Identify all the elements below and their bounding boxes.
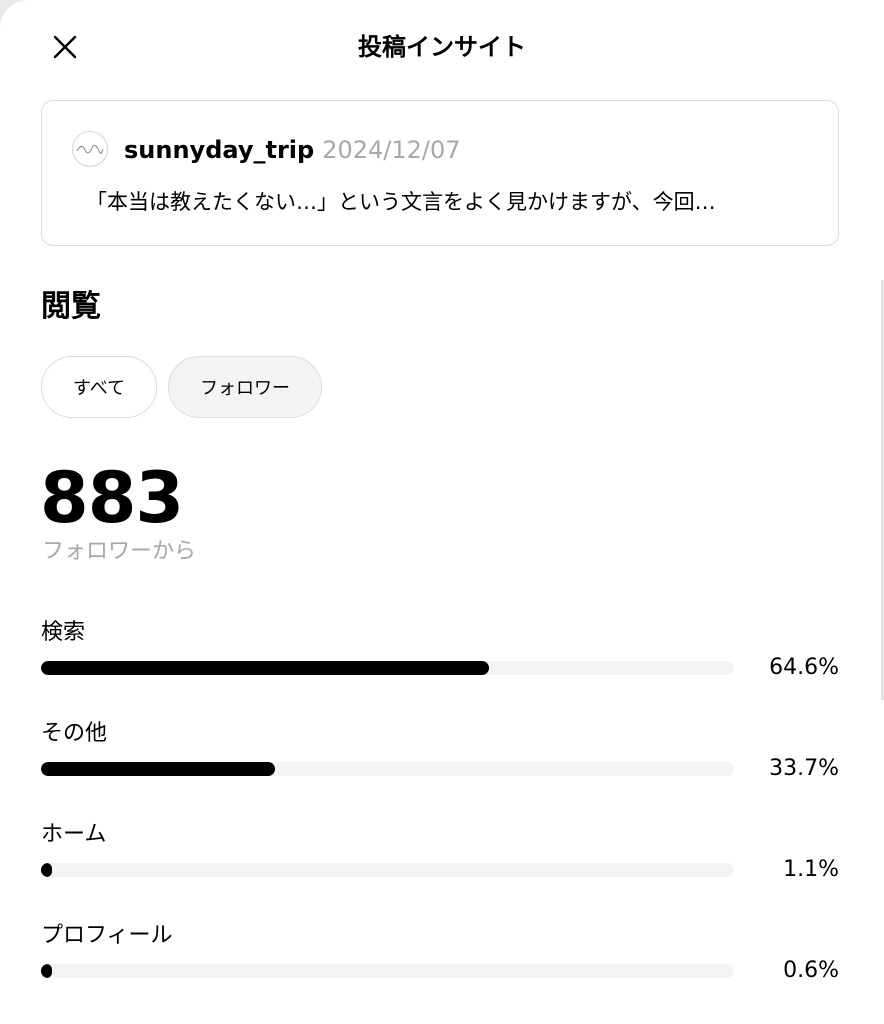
source-row-profile: プロフィール 0.6% <box>0 920 884 1000</box>
source-label: その他 <box>41 721 108 746</box>
source-bar-fill <box>41 762 275 776</box>
source-percent: 1.1% <box>783 857 839 882</box>
avatar[interactable] <box>72 131 108 167</box>
views-caption: フォロワーから <box>42 539 197 564</box>
avatar-logo-icon <box>76 144 104 154</box>
source-bar-track <box>41 762 734 776</box>
post-preview-card[interactable]: sunnyday_trip 2024/12/07 「本当は教えたくない…」という文… <box>41 100 839 246</box>
source-bar-fill <box>41 964 52 978</box>
post-username[interactable]: sunnyday_trip <box>124 136 314 164</box>
source-percent: 33.7% <box>769 756 839 781</box>
source-bar-fill <box>41 661 489 675</box>
post-text: 「本当は教えたくない…」という文言をよく見かけますが、今回… <box>86 190 716 214</box>
source-label: ホーム <box>41 822 107 847</box>
post-meta: sunnyday_trip 2024/12/07 <box>124 133 461 170</box>
source-label: プロフィール <box>41 923 173 948</box>
source-label: 検索 <box>41 620 86 645</box>
source-percent: 0.6% <box>783 958 839 983</box>
source-bar-fill <box>41 863 52 877</box>
views-count: 883 <box>40 457 184 539</box>
post-date: 2024/12/07 <box>322 136 461 164</box>
source-row-home: ホーム 1.1% <box>0 819 884 899</box>
source-row-search: 検索 64.6% <box>0 617 884 697</box>
views-section-title: 閲覧 <box>41 289 101 324</box>
insights-panel: 投稿インサイト sunnyday_trip 2024/12/07 「本当は教えたく… <box>0 0 884 1024</box>
filter-chip-all[interactable]: すべて <box>41 356 157 418</box>
source-bar-track <box>41 964 734 978</box>
source-bar-track <box>41 863 734 877</box>
source-bar-track <box>41 661 734 675</box>
page-title: 投稿インサイト <box>358 33 526 61</box>
filter-chip-followers[interactable]: フォロワー <box>168 356 322 418</box>
source-row-other: その他 33.7% <box>0 718 884 798</box>
source-percent: 64.6% <box>769 655 839 680</box>
